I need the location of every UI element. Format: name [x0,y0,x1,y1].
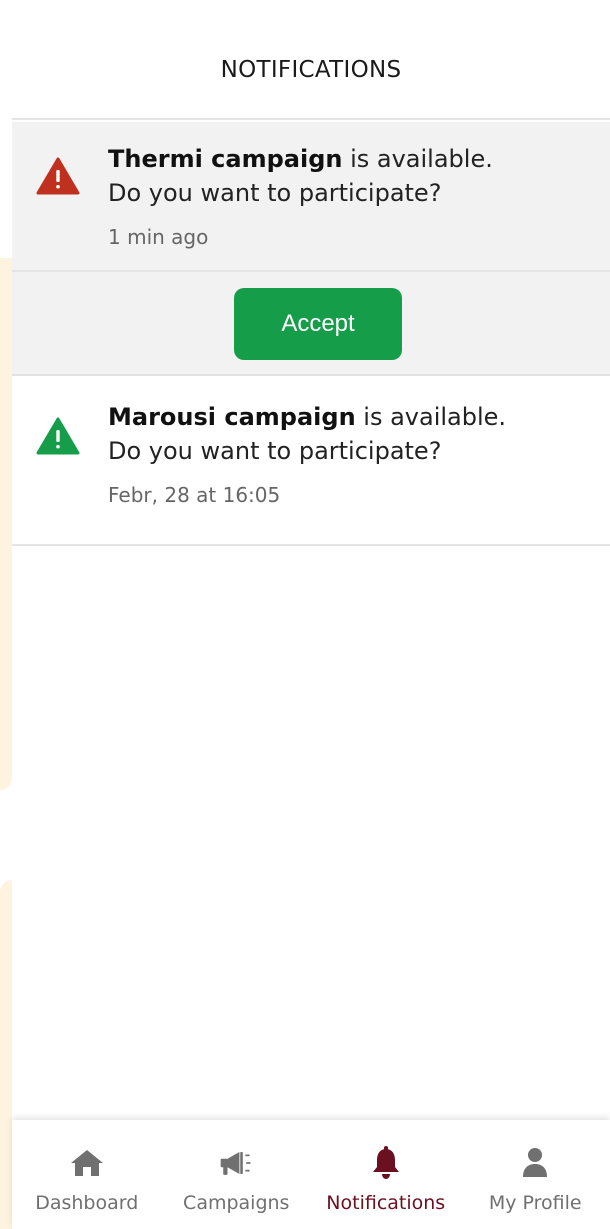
nav-label: Campaigns [183,1192,290,1214]
nav-label: My Profile [488,1192,582,1214]
accept-button[interactable]: Accept [234,288,402,360]
nav-dashboard[interactable]: Dashboard [12,1120,162,1229]
nav-campaigns[interactable]: Campaigns [162,1120,312,1229]
accept-row: Accept [12,272,610,376]
notification-item[interactable]: Thermi campaign is available. Do you wan… [12,122,610,272]
warning-icon [36,417,80,455]
notification-time: Febr, 28 at 16:05 [108,483,281,507]
warning-icon [36,157,80,195]
notifications-screen: NOTIFICATIONS Thermi campaign is availab… [0,0,610,1229]
notification-message: Marousi campaign is available. Do you wa… [108,400,600,512]
nav-label: Notifications [326,1192,446,1214]
background-decoration [0,880,12,1229]
background-decoration [0,258,12,790]
campaign-name: Thermi campaign [108,145,343,173]
user-icon [518,1146,552,1180]
nav-label: Dashboard [35,1192,139,1214]
participation-question: Do you want to participate? [108,179,442,207]
participation-question: Do you want to participate? [108,437,442,465]
notification-item[interactable]: Marousi campaign is available. Do you wa… [12,376,610,546]
campaign-name: Marousi campaign [108,403,356,431]
message-text: is available. [342,145,493,173]
message-text: is available. [355,403,507,431]
notification-time: 1 min ago [108,225,209,249]
nav-my-profile[interactable]: My Profile [461,1120,610,1229]
page-title: NOTIFICATIONS [220,57,402,83]
notification-message: Thermi campaign is available. Do you wan… [108,142,600,254]
app-header: NOTIFICATIONS [12,0,610,120]
nav-notifications[interactable]: Notifications [311,1120,461,1229]
bottom-navigation: Dashboard Campaigns Notifications My Pro… [12,1120,610,1229]
home-icon [70,1146,104,1180]
megaphone-icon [219,1146,253,1180]
bell-icon [369,1146,403,1180]
